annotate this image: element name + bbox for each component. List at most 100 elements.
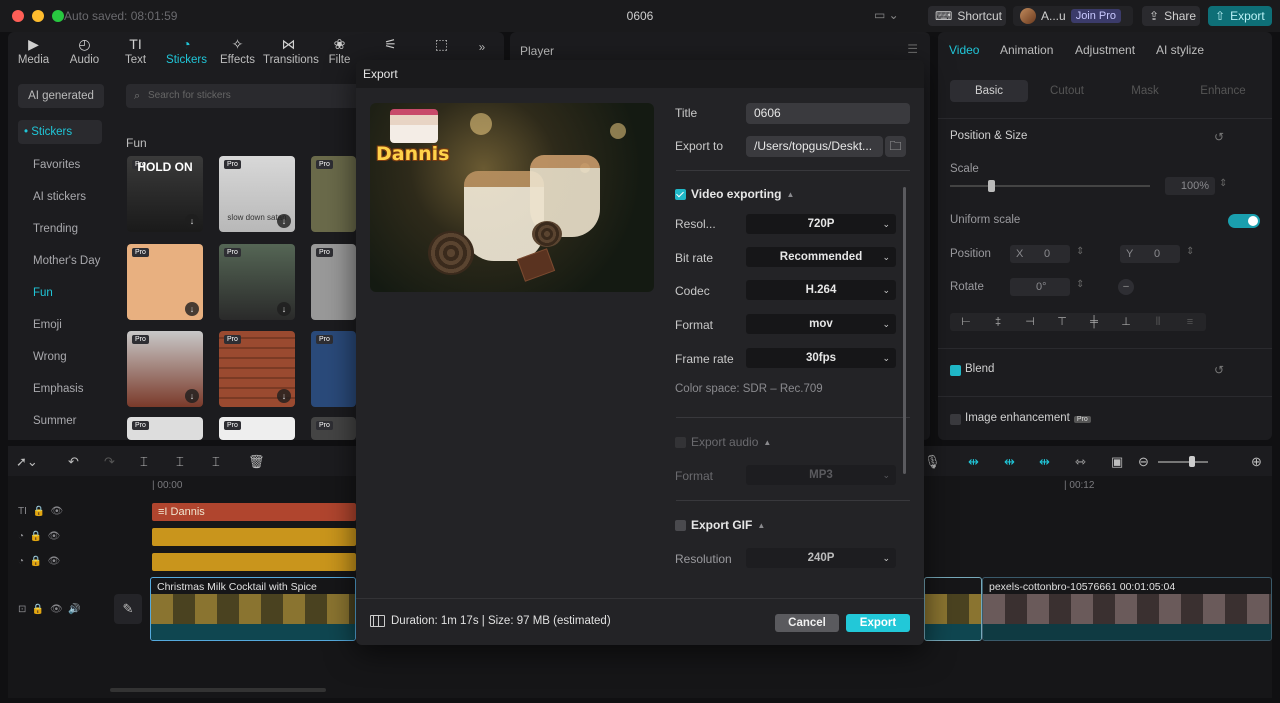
- scale-slider[interactable]: [950, 180, 1150, 192]
- sticker-thumb[interactable]: Pro ↓: [219, 331, 295, 407]
- tab-video[interactable]: Video: [949, 43, 979, 57]
- rotate-dial-icon[interactable]: –: [1118, 279, 1134, 295]
- sticker-thumb[interactable]: Pro ↓: [127, 331, 203, 407]
- sidebar-item-fun[interactable]: Fun: [33, 287, 53, 299]
- sticker-thumb[interactable]: Pro: [219, 417, 295, 440]
- framerate-select[interactable]: 30fps ⌄: [746, 348, 896, 368]
- sidebar-item-emphasis[interactable]: Emphasis: [33, 383, 84, 395]
- subtab-mask[interactable]: Mask: [1106, 80, 1184, 102]
- video-exporting-toggle[interactable]: Video exporting ▲: [675, 187, 794, 201]
- stepper-icon[interactable]: ⇕: [1076, 246, 1084, 257]
- download-icon[interactable]: ↓: [277, 214, 291, 228]
- preview-quality-icon[interactable]: ▣: [1111, 454, 1123, 470]
- video-clip[interactable]: pexels-cottonbro-10576661 00:01:05:04: [982, 577, 1272, 641]
- share-button[interactable]: ⇪ Share: [1142, 6, 1200, 26]
- split-icon[interactable]: ⌶: [140, 454, 148, 470]
- sticker-thumb[interactable]: Pro ↓: [219, 244, 295, 320]
- link-clips-icon[interactable]: ⇹: [968, 454, 979, 470]
- tab-stickers[interactable]: ◔ Stickers: [161, 32, 212, 72]
- split-left-icon[interactable]: ⌶: [176, 454, 184, 470]
- folder-icon[interactable]: 🗀: [885, 136, 906, 157]
- tab-effects[interactable]: ✧ Effects: [212, 32, 263, 72]
- image-enhancement-checkbox[interactable]: [950, 414, 961, 425]
- tab-adjustment-props[interactable]: Adjustment: [1075, 43, 1135, 57]
- shortcut-button[interactable]: ⌨ Shortcut: [928, 6, 1006, 26]
- text-clip[interactable]: ≡I Dannis: [152, 503, 356, 521]
- tab-media[interactable]: ▶ Media: [8, 32, 59, 72]
- sticker-thumb[interactable]: Pro ↓: [127, 244, 203, 320]
- download-icon[interactable]: ↓: [185, 214, 199, 228]
- audio-export-checkbox[interactable]: [675, 436, 686, 448]
- sticker-thumb[interactable]: Pro: [311, 331, 356, 407]
- export-path-input[interactable]: /Users/topgus/Deskt...: [746, 136, 883, 157]
- tab-transitions[interactable]: ⋈ Transitions: [263, 32, 319, 72]
- sidebar-item-emoji[interactable]: Emoji: [33, 319, 62, 331]
- ai-generated-button[interactable]: AI generated: [18, 84, 104, 108]
- tab-animation[interactable]: Animation: [1000, 43, 1053, 57]
- mic-icon[interactable]: 🎙: [924, 454, 941, 470]
- collapse-icon[interactable]: ▲: [763, 438, 771, 447]
- sidebar-item-ai-stickers[interactable]: AI stickers: [33, 191, 86, 203]
- top-export-button[interactable]: ⇧ Export: [1208, 6, 1272, 26]
- sticker-thumb[interactable]: Pro: [127, 417, 203, 440]
- user-account-button[interactable]: A...u Join Pro: [1013, 6, 1133, 26]
- collapse-icon[interactable]: ▲: [786, 190, 794, 199]
- download-icon[interactable]: ↓: [277, 389, 291, 403]
- align-center-v-icon[interactable]: ╪: [1078, 313, 1110, 331]
- sidebar-item-wrong[interactable]: Wrong: [33, 351, 67, 363]
- title-input[interactable]: 0606: [746, 103, 910, 124]
- audio-format-select[interactable]: MP3 ⌄: [746, 465, 896, 485]
- uniform-scale-toggle[interactable]: [1228, 214, 1260, 228]
- sticker-thumb[interactable]: Pro: [311, 244, 356, 320]
- video-clip[interactable]: [924, 577, 982, 641]
- rotate-field[interactable]: 0°: [1010, 278, 1070, 296]
- video-export-checkbox[interactable]: [675, 188, 686, 200]
- codec-select[interactable]: H.264 ⌄: [746, 280, 896, 300]
- scale-value-field[interactable]: 100%: [1165, 177, 1215, 195]
- magnet-icon[interactable]: ⇹: [1004, 454, 1015, 470]
- gif-export-checkbox[interactable]: [675, 519, 686, 531]
- sticker-thumb[interactable]: Pro slow down satan ↓: [219, 156, 295, 232]
- format-select[interactable]: mov ⌄: [746, 314, 896, 334]
- reset-icon[interactable]: ↺: [1214, 363, 1224, 377]
- sticker-clip[interactable]: [152, 528, 356, 546]
- join-pro-badge[interactable]: Join Pro: [1070, 9, 1122, 23]
- stepper-icon[interactable]: ⇕: [1076, 279, 1084, 290]
- export-button[interactable]: Export: [846, 614, 910, 632]
- zoom-slider-handle[interactable]: [1189, 456, 1195, 467]
- stepper-icon[interactable]: ⇕: [1219, 178, 1227, 189]
- distribute-v-icon[interactable]: ≡: [1174, 313, 1206, 331]
- select-tool-icon[interactable]: ➚⌄: [16, 454, 38, 470]
- zoom-out-icon[interactable]: ⊖: [1138, 454, 1149, 470]
- sidebar-item-mothers-day[interactable]: Mother's Day: [33, 255, 100, 267]
- split-preview-icon[interactable]: ⇿: [1075, 454, 1086, 470]
- sidebar-item-favorites[interactable]: Favorites: [33, 159, 80, 171]
- zoom-in-icon[interactable]: ⊕: [1251, 454, 1262, 470]
- tab-text[interactable]: TI Text: [110, 32, 161, 72]
- snap-icon[interactable]: ⇹: [1039, 454, 1050, 470]
- subtab-cutout[interactable]: Cutout: [1028, 80, 1106, 102]
- sidebar-item-trending[interactable]: Trending: [33, 223, 78, 235]
- layout-icon[interactable]: ▭ ⌄: [874, 8, 899, 22]
- sidebar-item-summer[interactable]: Summer: [33, 415, 76, 427]
- timeline-scrollbar[interactable]: [110, 688, 326, 692]
- export-gif-toggle[interactable]: Export GIF ▲: [675, 518, 765, 532]
- tab-ai-stylize[interactable]: AI stylize: [1156, 43, 1204, 57]
- sticker-thumb[interactable]: Pro HOLD ON ↓: [127, 156, 203, 232]
- scale-slider-handle[interactable]: [988, 180, 995, 192]
- blend-checkbox[interactable]: [950, 365, 961, 376]
- position-y-field[interactable]: Y 0: [1120, 245, 1180, 263]
- bitrate-select[interactable]: Recommended ⌄: [746, 247, 896, 267]
- undo-icon[interactable]: ↶: [68, 454, 79, 470]
- download-icon[interactable]: ↓: [185, 302, 199, 316]
- resolution-select[interactable]: 720P ⌄: [746, 214, 896, 234]
- delete-icon[interactable]: 🗑: [248, 454, 265, 470]
- redo-icon[interactable]: ↷: [104, 454, 115, 470]
- gif-resolution-select[interactable]: 240P ⌄: [746, 548, 896, 568]
- settings-scrollbar[interactable]: [903, 187, 906, 474]
- align-center-h-icon[interactable]: ‡: [982, 313, 1014, 331]
- reset-icon[interactable]: ↺: [1214, 130, 1224, 144]
- position-x-field[interactable]: X 0: [1010, 245, 1070, 263]
- video-clip[interactable]: Christmas Milk Cocktail with Spice Eggno…: [150, 577, 356, 641]
- sidebar-item-stickers[interactable]: • Stickers: [18, 120, 102, 144]
